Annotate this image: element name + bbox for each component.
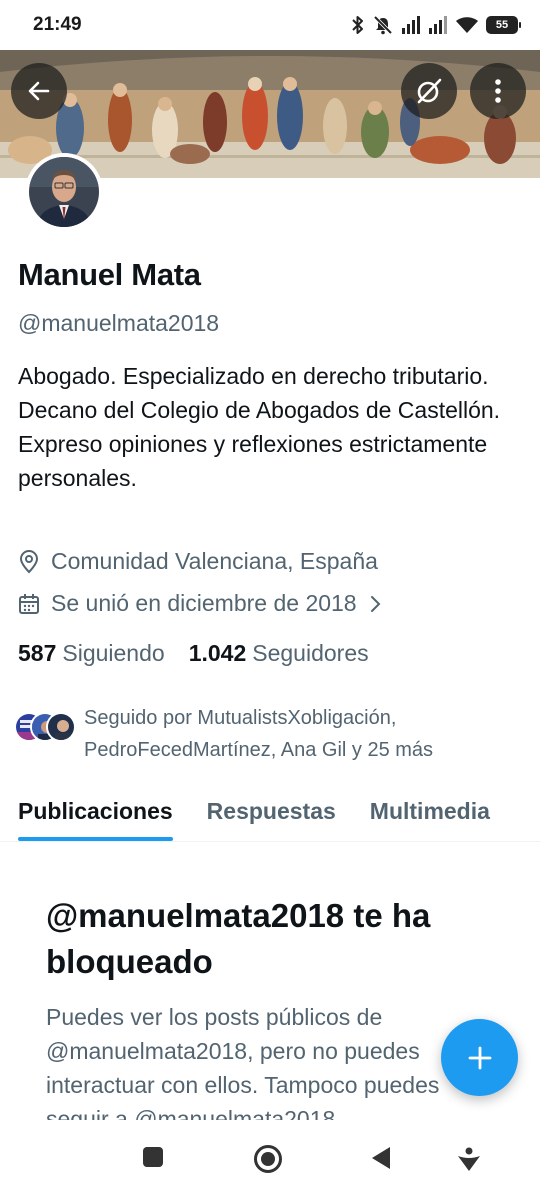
join-date-row[interactable]: Se unió en diciembre de 2018	[18, 590, 392, 617]
status-icons: 55	[351, 15, 521, 35]
recent-apps-icon	[143, 1147, 163, 1167]
arrow-left-icon	[28, 81, 50, 101]
location-text: Comunidad Valenciana, España	[51, 548, 378, 574]
avatar	[29, 157, 99, 227]
signal-icon	[429, 16, 447, 34]
home-button[interactable]	[253, 1144, 283, 1179]
join-date-text: Se unió en diciembre de 2018	[51, 590, 357, 616]
chevron-right-icon	[370, 595, 381, 612]
grok-button[interactable]	[401, 63, 457, 119]
tab-active-indicator	[18, 837, 173, 841]
followers-link[interactable]: 1.042 Seguidores	[189, 640, 369, 667]
more-button[interactable]	[470, 63, 526, 119]
calendar-icon	[19, 593, 39, 614]
following-link[interactable]: 587 Siguiendo	[18, 640, 165, 667]
follow-stats: 587 Siguiendo 1.042 Seguidores	[18, 640, 369, 667]
status-time: 21:49	[33, 14, 82, 35]
assistant-button[interactable]	[456, 1146, 482, 1177]
followers-label: Seguidores	[252, 640, 369, 666]
location-row: Comunidad Valenciana, España	[18, 548, 378, 575]
plus-icon	[468, 1046, 491, 1069]
following-label: Siguiendo	[62, 640, 165, 666]
blocked-title: @manuelmata2018 te ha bloqueado	[46, 897, 431, 980]
signal-icon	[402, 16, 420, 34]
system-nav-bar	[0, 1120, 540, 1200]
display-name: Manuel Mata	[18, 257, 201, 292]
following-count: 587	[18, 640, 57, 666]
assistant-icon	[458, 1147, 480, 1171]
tab-label: Publicaciones	[18, 798, 173, 824]
blocked-message: Puedes ver los posts públicos de @manuel…	[46, 1004, 440, 1120]
compose-button[interactable]	[441, 1019, 518, 1096]
tab-publicaciones[interactable]: Publicaciones	[18, 788, 173, 841]
avatar	[46, 712, 76, 742]
profile-avatar[interactable]	[25, 153, 103, 231]
battery-icon: 55	[486, 16, 521, 34]
tab-multimedia[interactable]: Multimedia	[370, 788, 490, 841]
profile-screen: 21:49 55 Manuel Mata @manuelmata2018 Abo…	[0, 0, 540, 1200]
profile-tabs: Publicaciones Respuestas Multimedia	[0, 788, 540, 842]
home-icon	[254, 1145, 282, 1173]
status-bar: 21:49 55	[0, 0, 540, 50]
mute-icon	[373, 15, 393, 35]
location-pin-icon	[19, 549, 39, 573]
tab-respuestas[interactable]: Respuestas	[207, 788, 336, 841]
bluetooth-icon	[352, 16, 363, 34]
more-vertical-icon	[495, 79, 501, 103]
tab-label: Multimedia	[369, 798, 490, 824]
followed-by-text: Seguido por MutualistsXobligación, Pedro…	[84, 707, 434, 761]
battery-level: 55	[495, 19, 509, 31]
bio: Abogado. Especializado en derecho tribut…	[18, 363, 501, 491]
back-icon	[372, 1147, 390, 1169]
back-button[interactable]	[11, 63, 67, 119]
handle: @manuelmata2018	[18, 310, 220, 336]
tab-label: Respuestas	[206, 798, 336, 824]
recent-apps-button[interactable]	[142, 1146, 164, 1173]
followers-count: 1.042	[188, 640, 247, 666]
nav-back-button[interactable]	[370, 1146, 392, 1175]
grok-icon	[417, 78, 442, 104]
followed-by[interactable]: Seguido por MutualistsXobligación, Pedro…	[14, 702, 504, 766]
followed-by-avatars	[14, 712, 80, 752]
wifi-icon	[456, 17, 478, 33]
